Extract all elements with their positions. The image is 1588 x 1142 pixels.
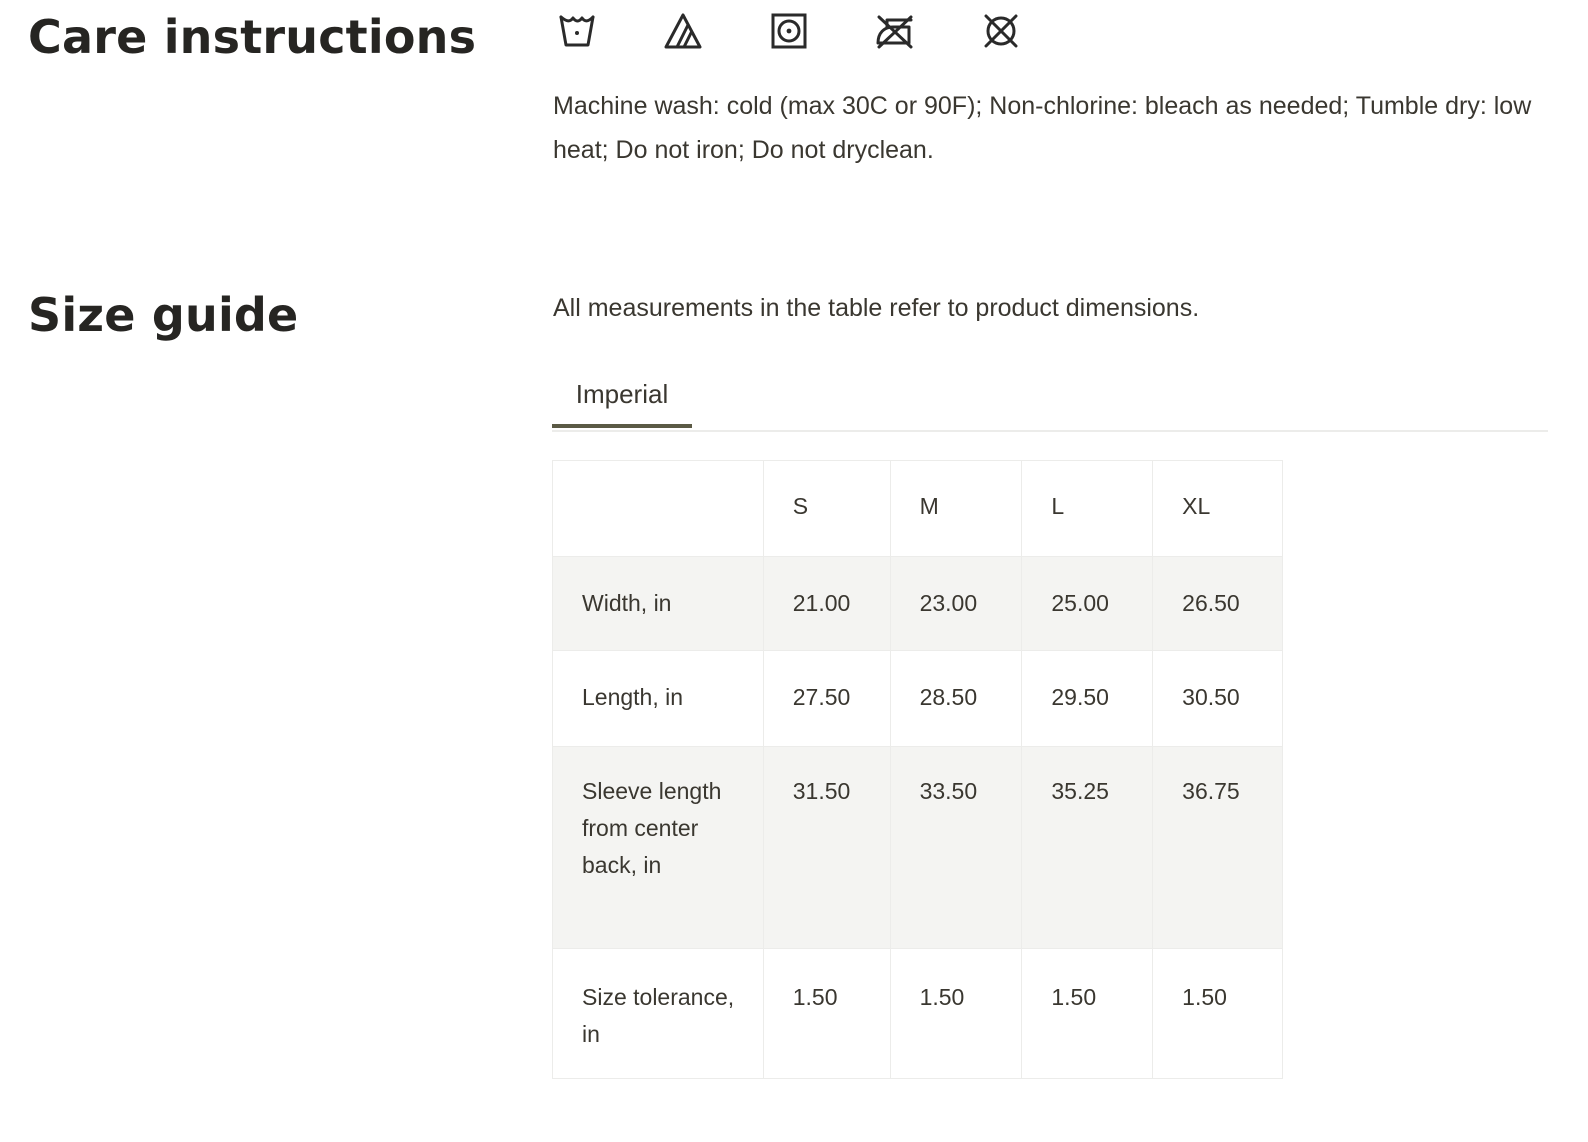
care-instructions-title: Care instructions	[28, 10, 477, 64]
table-row: Size tolerance, in 1.50 1.50 1.50 1.50	[552, 948, 1283, 1079]
table-cell: 35.25	[1021, 746, 1154, 949]
table-row: Width, in 21.00 23.00 25.00 26.50	[552, 556, 1283, 651]
table-cell: 30.50	[1152, 650, 1283, 747]
table-cell: 27.50	[762, 650, 891, 747]
table-cell: 1.50	[889, 948, 1023, 1079]
tumble-dry-low-icon	[768, 10, 810, 52]
table-cell: 23.00	[889, 556, 1023, 651]
table-cell: 25.00	[1021, 556, 1154, 651]
table-cell: 26.50	[1152, 556, 1283, 651]
table-header-cell: M	[889, 460, 1023, 557]
table-row-label: Width, in	[552, 556, 764, 651]
table-cell: 1.50	[1021, 948, 1154, 1079]
table-cell: 1.50	[762, 948, 891, 1079]
non-chlorine-bleach-icon	[662, 10, 704, 52]
table-header-cell: S	[762, 460, 891, 557]
table-header-cell	[552, 460, 764, 557]
table-cell: 36.75	[1152, 746, 1283, 949]
care-instructions-text: Machine wash: cold (max 30C or 90F); Non…	[553, 92, 1532, 164]
size-guide-title: Size guide	[28, 288, 299, 342]
table-row: Sleeve length from center back, in 31.50…	[552, 746, 1283, 949]
unit-tabs: Imperial	[552, 370, 1548, 432]
table-row-label: Size tolerance, in	[552, 948, 764, 1079]
table-cell: 21.00	[762, 556, 891, 651]
table-cell: 28.50	[889, 650, 1023, 747]
size-table: S M L XL Width, in 21.00 23.00 25.00 26.…	[552, 460, 1283, 1079]
table-cell: 33.50	[889, 746, 1023, 949]
do-not-dryclean-icon	[980, 10, 1022, 52]
table-cell: 29.50	[1021, 650, 1154, 747]
table-row-label: Sleeve length from center back, in	[552, 746, 764, 949]
table-header-cell: XL	[1152, 460, 1283, 557]
care-icons-row	[556, 8, 1086, 54]
do-not-iron-icon	[874, 10, 916, 52]
table-header-row: S M L XL	[552, 460, 1283, 557]
size-guide-note: All measurements in the table refer to p…	[553, 294, 1200, 322]
table-header-cell: L	[1021, 460, 1154, 557]
tab-imperial[interactable]: Imperial	[552, 370, 692, 428]
table-row-label: Length, in	[552, 650, 764, 747]
table-row: Length, in 27.50 28.50 29.50 30.50	[552, 650, 1283, 747]
machine-wash-cold-icon	[556, 10, 598, 52]
table-cell: 1.50	[1152, 948, 1283, 1079]
table-cell: 31.50	[762, 746, 891, 949]
